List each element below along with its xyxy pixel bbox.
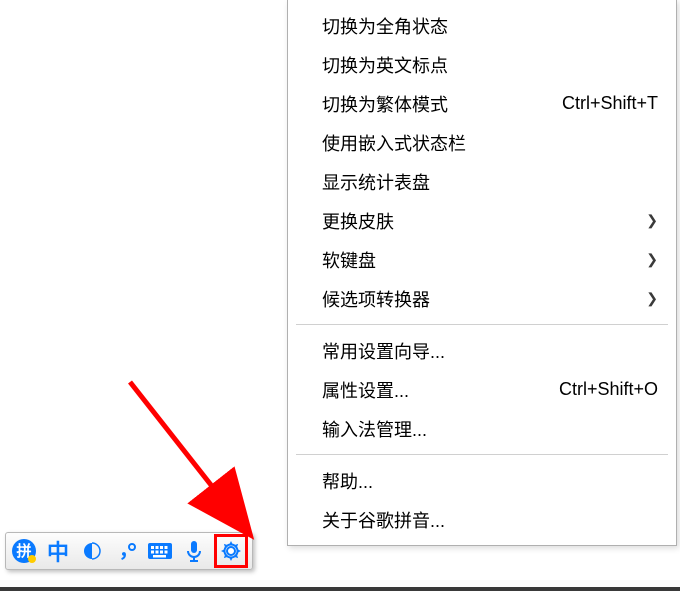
chevron-right-icon: ❯ — [626, 212, 658, 229]
halfwidth-icon[interactable] — [78, 537, 106, 565]
menu-item-help[interactable]: 帮助... — [288, 461, 676, 500]
menu-item-accelerator: Ctrl+Shift+T — [542, 93, 658, 114]
menu-item-label: 软键盘 — [322, 247, 376, 273]
menu-item-label: 切换为英文标点 — [322, 52, 448, 78]
menu-item-label: 属性设置... — [322, 377, 409, 403]
menu-item-about[interactable]: 关于谷歌拼音... — [288, 500, 676, 539]
ime-status-bar: 拼 中 ， — [5, 532, 253, 570]
menu-item-label: 切换为全角状态 — [322, 13, 448, 39]
settings-gear-icon[interactable] — [214, 534, 248, 568]
menu-item-label: 切换为繁体模式 — [322, 91, 448, 117]
svg-text:，: ， — [119, 540, 138, 562]
menu-item-english-punct[interactable]: 切换为英文标点 — [288, 45, 676, 84]
voice-input-icon[interactable] — [180, 537, 208, 565]
chevron-right-icon: ❯ — [626, 290, 658, 307]
menu-item-traditional[interactable]: 切换为繁体模式 Ctrl+Shift+T — [288, 84, 676, 123]
menu-item-stats-dashboard[interactable]: 显示统计表盘 — [288, 162, 676, 201]
menu-item-label: 候选项转换器 — [322, 286, 430, 312]
menu-item-label: 使用嵌入式状态栏 — [322, 130, 466, 156]
menu-item-label: 常用设置向导... — [322, 338, 445, 364]
soft-keyboard-icon[interactable] — [146, 537, 174, 565]
window-frame-edge — [0, 587, 680, 591]
menu-item-candidate-converter[interactable]: 候选项转换器 ❯ — [288, 279, 676, 318]
punctuation-icon[interactable]: ， — [112, 537, 140, 565]
chinese-mode-label: 中 — [47, 535, 69, 567]
chinese-mode-icon[interactable]: 中 — [44, 537, 72, 565]
menu-item-label: 输入法管理... — [322, 416, 427, 442]
menu-item-fullwidth[interactable]: 切换为全角状态 — [288, 6, 676, 45]
pinyin-logo-icon[interactable]: 拼 — [10, 537, 38, 565]
menu-item-embedded-statusbar[interactable]: 使用嵌入式状态栏 — [288, 123, 676, 162]
menu-item-change-skin[interactable]: 更换皮肤 ❯ — [288, 201, 676, 240]
menu-item-label: 显示统计表盘 — [322, 169, 430, 195]
menu-item-setup-wizard[interactable]: 常用设置向导... — [288, 331, 676, 370]
menu-item-label: 帮助... — [322, 468, 373, 494]
menu-item-accelerator: Ctrl+Shift+O — [539, 379, 658, 400]
menu-item-properties[interactable]: 属性设置... Ctrl+Shift+O — [288, 370, 676, 409]
menu-item-label: 更换皮肤 — [322, 208, 394, 234]
menu-item-ime-management[interactable]: 输入法管理... — [288, 409, 676, 448]
menu-separator — [296, 324, 668, 325]
chevron-right-icon: ❯ — [626, 251, 658, 268]
menu-item-label: 关于谷歌拼音... — [322, 507, 445, 533]
menu-item-soft-keyboard[interactable]: 软键盘 ❯ — [288, 240, 676, 279]
context-menu: 切换为全角状态 切换为英文标点 切换为繁体模式 Ctrl+Shift+T 使用嵌… — [287, 0, 677, 546]
menu-separator — [296, 454, 668, 455]
